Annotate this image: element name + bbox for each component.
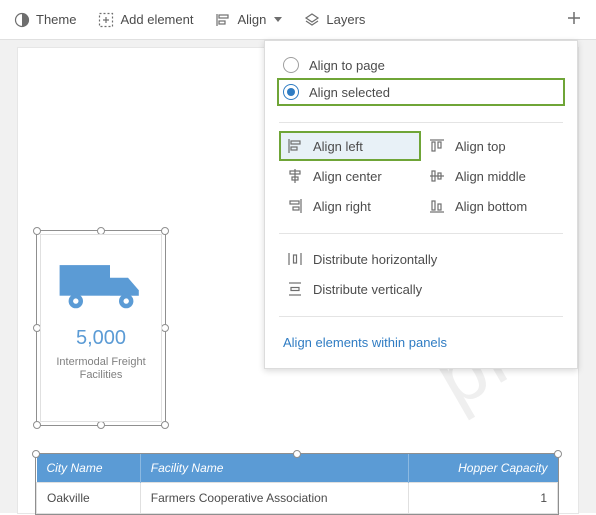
chevron-down-icon [274,17,282,22]
cell-city: Oakville [37,483,141,514]
plus-icon [566,10,582,26]
distribute-vertical-option[interactable]: Distribute vertically [279,274,563,304]
add-element-label: Add element [120,12,193,27]
divider [279,122,563,123]
layers-label: Layers [326,12,365,27]
distribute-horizontal-icon [287,251,303,267]
add-element-icon [98,12,114,28]
align-left-icon [287,138,303,154]
divider [279,233,563,234]
cell-hopper: 1 [408,483,557,514]
radio-align-to-page[interactable]: Align to page [279,51,563,79]
resize-handle[interactable] [161,324,169,332]
card-inner: 5,000 Intermodal Freight Facilities [40,234,162,422]
align-right-option[interactable]: Align right [279,191,421,221]
align-bottom-icon [429,198,445,214]
option-label: Align bottom [455,199,527,214]
card-value: 5,000 [76,327,126,350]
radio-label: Align to page [309,58,385,73]
data-table: City Name Facility Name Hopper Capacity … [36,454,558,514]
option-label: Align top [455,139,506,154]
radio-label: Align selected [309,85,390,100]
align-dropdown: Align to page Align selected Align left … [264,40,578,369]
theme-label: Theme [36,12,76,27]
table-header-row: City Name Facility Name Hopper Capacity [37,454,558,483]
align-left-option[interactable]: Align left [279,131,421,161]
divider [279,316,563,317]
align-middle-icon [429,168,445,184]
resize-handle[interactable] [161,421,169,429]
align-right-icon [287,198,303,214]
add-element-button[interactable]: Add element [90,8,201,32]
resize-handle[interactable] [97,421,105,429]
align-middle-option[interactable]: Align middle [421,161,563,191]
align-within-panels-link[interactable]: Align elements within panels [265,323,577,362]
col-hopper[interactable]: Hopper Capacity [408,454,557,483]
align-button[interactable]: Align [207,8,290,32]
add-button[interactable] [558,6,590,33]
align-label: Align [237,12,266,27]
option-label: Distribute vertically [313,282,422,297]
truck-icon [56,249,146,319]
align-bottom-option[interactable]: Align bottom [421,191,563,221]
table-row[interactable]: Oakville Farmers Cooperative Association… [37,483,558,514]
option-label: Align center [313,169,382,184]
option-label: Distribute horizontally [313,252,437,267]
layers-button[interactable]: Layers [296,8,373,32]
card-widget[interactable]: 5,000 Intermodal Freight Facilities [36,230,166,426]
layers-icon [304,12,320,28]
option-label: Align middle [455,169,526,184]
radio-icon [283,84,299,100]
theme-button[interactable]: Theme [6,8,84,32]
align-icon [215,12,231,28]
toolbar: Theme Add element Align Layers [0,0,596,40]
resize-handle[interactable] [33,421,41,429]
card-label: Intermodal Freight Facilities [56,356,145,382]
col-facility[interactable]: Facility Name [140,454,408,483]
table-widget[interactable]: City Name Facility Name Hopper Capacity … [36,454,558,514]
align-top-option[interactable]: Align top [421,131,563,161]
option-label: Align right [313,199,371,214]
distribute-vertical-icon [287,281,303,297]
align-center-option[interactable]: Align center [279,161,421,191]
theme-icon [14,12,30,28]
align-top-icon [429,138,445,154]
cell-facility: Farmers Cooperative Association [140,483,408,514]
align-center-icon [287,168,303,184]
distribute-horizontal-option[interactable]: Distribute horizontally [279,244,563,274]
option-label: Align left [313,139,363,154]
col-city[interactable]: City Name [37,454,141,483]
radio-align-selected[interactable]: Align selected [277,78,565,106]
resize-handle[interactable] [161,227,169,235]
radio-icon [283,57,299,73]
